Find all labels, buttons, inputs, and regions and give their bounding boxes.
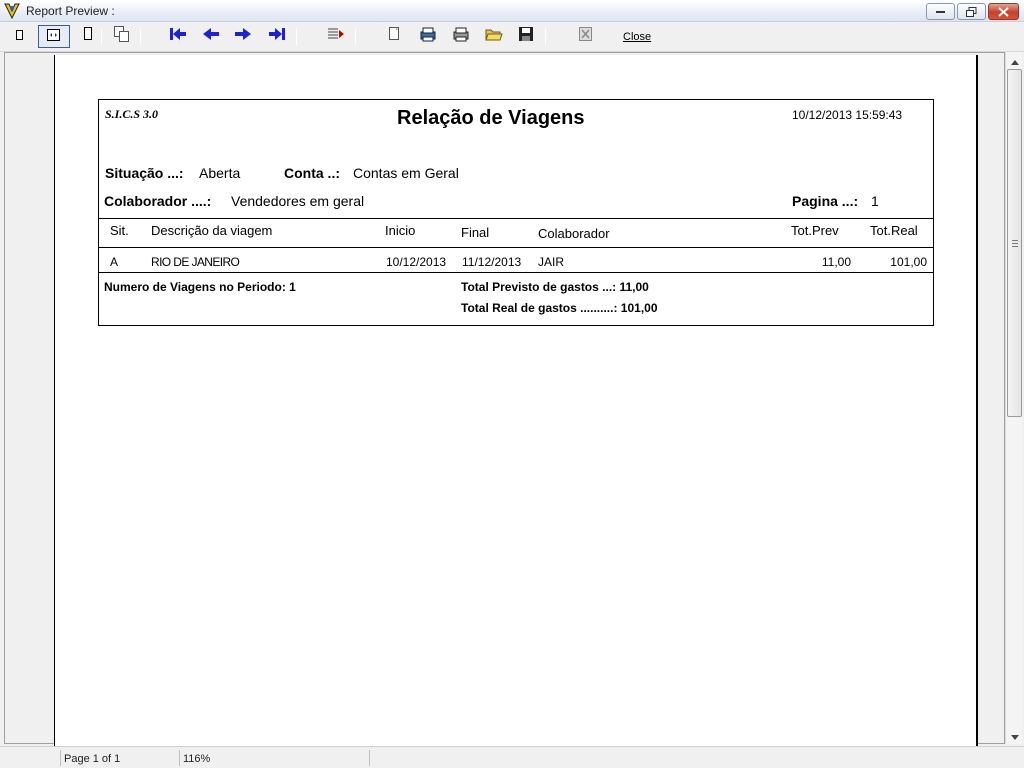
situacao-value: Aberta <box>199 165 241 181</box>
pagina-value: 1 <box>871 193 879 209</box>
columns-divider <box>99 247 933 248</box>
pagina-label: Pagina ...: <box>792 193 859 209</box>
next-page-button[interactable] <box>231 25 255 48</box>
first-page-icon <box>168 26 188 47</box>
col-header-inicio: Inicio <box>385 223 416 238</box>
col-header-sit: Sit. <box>110 223 129 238</box>
close-button[interactable]: Close <box>623 31 651 43</box>
report-preview-window: Report Preview : Close S.I.C.S 3.0 Relaç… <box>0 0 1024 768</box>
row-sit: A <box>110 255 119 269</box>
report-page: S.I.C.S 3.0 Relação de Viagens 10/12/201… <box>54 55 978 755</box>
cancel-icon <box>578 26 594 47</box>
zoom-indicator: 116% <box>183 753 211 765</box>
restore-button[interactable] <box>957 3 986 20</box>
row-colaborador: JAIR <box>538 255 565 269</box>
page-width-button[interactable] <box>38 25 70 48</box>
last-page-icon <box>267 26 287 47</box>
multi-page-button[interactable] <box>110 25 134 48</box>
conta-value: Contas em Geral <box>353 165 459 181</box>
chevron-down-icon <box>1010 727 1019 745</box>
report-frame: S.I.C.S 3.0 Relação de Viagens 10/12/201… <box>98 99 934 326</box>
status-divider <box>179 750 180 766</box>
status-bar: Page 1 of 1 116% <box>0 746 1024 768</box>
scroll-up-button[interactable] <box>1006 52 1023 69</box>
preview-area[interactable]: S.I.C.S 3.0 Relação de Viagens 10/12/201… <box>4 52 1005 755</box>
numero-viagens: Numero de Viagens no Periodo: 1 <box>104 280 296 294</box>
situacao-label: Situação ...: <box>105 165 184 181</box>
goto-page-button[interactable] <box>324 25 348 48</box>
save-button[interactable] <box>514 25 538 48</box>
window-close-button[interactable] <box>988 3 1019 20</box>
two-pages-icon <box>83 27 93 46</box>
open-folder-icon <box>485 26 503 47</box>
single-page-icon <box>15 28 25 46</box>
prior-page-icon <box>201 26 221 47</box>
total-previsto: Total Previsto de gastos ...: 11,00 <box>461 280 649 294</box>
header-divider <box>99 218 933 219</box>
print-button[interactable] <box>449 25 473 48</box>
row-tot-real: 101,00 <box>890 255 927 269</box>
colaborador-value: Vendedores em geral <box>231 193 365 209</box>
col-header-final: Final <box>461 225 490 240</box>
row-inicio: 10/12/2013 <box>386 255 447 269</box>
two-pages-button[interactable] <box>76 25 100 48</box>
col-header-descricao: Descrição da viagem <box>151 223 273 238</box>
toolbar-separator <box>355 28 356 45</box>
system-name: S.I.C.S 3.0 <box>105 107 159 121</box>
vertical-scrollbar[interactable] <box>1005 52 1022 744</box>
page-width-icon <box>44 28 64 46</box>
minimize-button[interactable] <box>926 3 955 20</box>
status-divider <box>369 750 370 766</box>
scroll-down-button[interactable] <box>1006 727 1023 744</box>
report-title: Relação de Viagens <box>397 107 585 129</box>
first-page-button[interactable] <box>166 25 190 48</box>
colaborador-label: Colaborador ....: <box>104 193 212 209</box>
col-header-tot-prev: Tot.Prev <box>791 223 839 238</box>
toolbar-separator <box>140 28 141 45</box>
page-indicator: Page 1 of 1 <box>64 753 121 765</box>
row-tot-prev: 11,00 <box>821 255 851 269</box>
conta-label: Conta ..: <box>284 165 340 181</box>
cancel-button[interactable] <box>574 25 598 48</box>
printer-setup-button[interactable] <box>416 25 440 48</box>
next-page-icon <box>233 26 253 47</box>
minimize-icon <box>927 4 954 19</box>
goto-page-icon <box>326 27 346 46</box>
title-bar: Report Preview : <box>0 0 1024 22</box>
row-descricao: RIO DE JANEIRO <box>151 255 240 269</box>
page-setup-icon <box>388 26 402 47</box>
printer-setup-icon <box>419 26 437 47</box>
chevron-up-icon <box>1010 52 1019 70</box>
preview-toolbar: Close <box>0 22 1024 52</box>
status-divider <box>60 750 61 766</box>
toolbar-separator <box>296 28 297 45</box>
single-page-button[interactable] <box>8 25 32 48</box>
col-header-colaborador: Colaborador <box>538 226 610 241</box>
save-icon <box>518 26 534 47</box>
close-icon <box>989 4 1018 19</box>
prior-page-button[interactable] <box>199 25 223 48</box>
total-real: Total Real de gastos ..........: 101,00 <box>461 301 658 315</box>
multi-page-icon <box>113 25 131 48</box>
print-icon <box>452 26 470 47</box>
col-header-tot-real: Tot.Real <box>870 223 918 238</box>
footer-divider <box>99 272 933 273</box>
window-title: Report Preview : <box>26 4 115 18</box>
row-final: 11/12/2013 <box>462 255 522 269</box>
open-button[interactable] <box>482 25 506 48</box>
app-logo-icon <box>4 3 20 20</box>
page-setup-button[interactable] <box>383 25 407 48</box>
grip-icon <box>1012 240 1018 247</box>
restore-icon <box>958 4 985 19</box>
scroll-thumb[interactable] <box>1007 69 1022 417</box>
last-page-button[interactable] <box>265 25 289 48</box>
toolbar-separator <box>545 28 546 45</box>
toolbar-separator <box>101 28 102 45</box>
report-datetime: 10/12/2013 15:59:43 <box>792 108 903 122</box>
